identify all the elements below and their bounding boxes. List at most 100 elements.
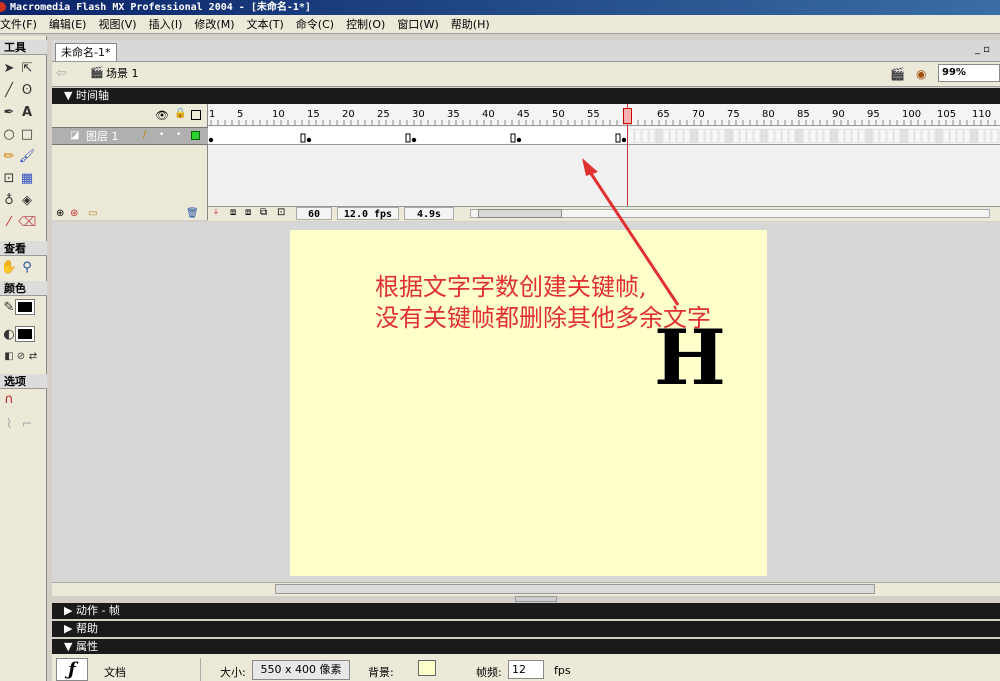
hand-tool-icon[interactable]: ✋ [0,259,18,277]
pencil-tool-icon[interactable]: ✏ [0,148,18,166]
brush-tool-icon[interactable]: 🖌 [18,148,36,166]
keyframe-dot[interactable] [306,137,312,143]
empty-frame-cell [732,128,740,144]
lock-icon[interactable]: 🔒 [174,108,186,119]
scene-bar [52,62,1000,87]
menu-commands[interactable]: 命令(C) [296,16,334,32]
minimize-restore-icon[interactable]: _ ▫ [975,44,995,56]
eye-icon[interactable]: 👁 [155,109,169,122]
empty-frame-cell [907,128,915,144]
properties-panel-header[interactable]: ▼ 属性 [52,639,1000,655]
layer-name[interactable]: 图层 1 [86,128,119,145]
center-frame-icon[interactable]: ⍭ [213,207,219,218]
zoom-tool-icon[interactable]: ⚲ [18,259,36,277]
subselect-tool-icon[interactable]: ⇱ [18,60,36,78]
back-arrow-icon[interactable]: ⇦ [56,66,72,82]
menu-control[interactable]: 控制(O) [346,16,385,32]
empty-frame-cell [886,128,894,144]
outline-icon[interactable] [191,110,201,120]
document-tab[interactable]: 未命名-1* [55,43,117,61]
menu-edit[interactable]: 编辑(E) [49,16,87,32]
edit-scene-icon[interactable]: 🎬 [890,66,906,82]
frame-rate-field: 12.0 fps [337,207,399,220]
frame-ruler[interactable]: 1510152025303540455055606570758085909510… [208,104,1000,126]
eraser-tool-icon[interactable]: ⌫ [18,214,36,232]
snap-magnet-icon[interactable]: ∩ [0,391,18,409]
eyedropper-tool-icon[interactable]: ⁄ [0,214,18,232]
layer-outline-color[interactable] [191,131,200,140]
menu-window[interactable]: 窗口(W) [397,16,438,32]
timeline-hscroll-thumb[interactable] [478,209,562,218]
keyframe-dot[interactable] [621,137,627,143]
menu-insert[interactable]: 插入(I) [149,16,183,32]
onion-skin-icon[interactable]: ⧈ [230,207,236,218]
empty-frame-cell [767,128,775,144]
flash-document-icon: ƒ [56,658,88,681]
layer-lock-dot[interactable]: • [176,130,181,140]
ink-bottle-tool-icon[interactable]: ♁ [0,192,18,210]
free-transform-tool-icon[interactable]: ⊡ [0,170,18,188]
layer-visible-dot[interactable]: • [159,130,164,140]
ruler-label: 15 [307,109,320,120]
menu-text[interactable]: 文本(T) [246,16,283,32]
edit-symbol-icon[interactable]: ◉ [916,66,932,82]
empty-frame-cell [935,128,943,144]
delete-layer-icon[interactable]: 🗑 [186,208,199,219]
ruler-label: 35 [447,109,460,120]
ruler-label: 45 [517,109,530,120]
elapsed-time-field: 4.9s [404,207,454,220]
menu-modify[interactable]: 修改(M) [194,16,234,32]
ruler-label: 65 [657,109,670,120]
stroke-color-swatch[interactable] [15,299,35,315]
scene-label[interactable]: 场景 1 [106,66,139,82]
ruler-label: 55 [587,109,600,120]
edit-multiple-icon[interactable]: ⧉ [260,207,267,218]
swap-colors-icon[interactable]: ⇄ [24,348,42,366]
keyframe-dot[interactable] [516,137,522,143]
lasso-tool-icon[interactable]: ʘ [18,82,36,100]
pen-tool-icon[interactable]: ✒ [0,104,18,122]
menu-help[interactable]: 帮助(H) [451,16,490,32]
empty-frame-cell [956,128,964,144]
empty-frame-cell [816,128,824,144]
smooth-icon[interactable]: ⌇ [0,416,18,434]
text-letter[interactable]: H [654,318,726,398]
onion-outline-icon[interactable]: ⧈ [245,207,251,218]
menu-file[interactable]: 文件(F) [0,16,37,32]
timeline-header[interactable]: ▼ 时间轴 [52,88,1000,104]
onion-markers-icon[interactable]: ⊡ [277,207,285,218]
empty-frame-cell [788,128,796,144]
fill-transform-tool-icon[interactable]: ▦ [18,170,36,188]
oval-tool-icon[interactable]: ○ [0,126,18,144]
add-folder-icon[interactable]: ▭ [88,208,97,219]
empty-frame-cell [809,128,817,144]
frames-row[interactable] [208,127,1000,145]
actions-title: 动作 - 帧 [75,604,120,617]
add-guide-icon[interactable]: ⊛ [70,208,78,219]
background-color-swatch[interactable] [418,660,436,676]
fill-color-swatch[interactable] [15,326,35,342]
actions-panel-header[interactable]: ▶ 动作 - 帧 [52,603,1000,619]
keyframe-dot[interactable] [411,137,417,143]
zoom-field[interactable]: 99% [938,64,1000,82]
arrow-tool-icon[interactable]: ➤ [0,60,18,78]
ruler-label: 1 [209,109,215,120]
menu-view[interactable]: 视图(V) [98,16,136,32]
line-tool-icon[interactable]: ╱ [0,82,18,100]
straighten-icon[interactable]: ⌐ [18,416,36,434]
help-panel-header[interactable]: ▶ 帮助 [52,621,1000,637]
text-tool-icon[interactable]: A [18,104,36,122]
help-title: 帮助 [75,622,98,635]
empty-frame-cell [970,128,978,144]
keyframe-dot[interactable] [208,137,214,143]
empty-frame-cell [984,128,992,144]
size-button[interactable]: 550 x 400 像素 [252,660,350,680]
rectangle-tool-icon[interactable]: □ [18,126,36,144]
frame-rate-input[interactable]: 12 [508,660,544,679]
empty-frame-cell [669,128,677,144]
paint-bucket-tool-icon[interactable]: ◈ [18,192,36,210]
add-layer-icon[interactable]: ⊕ [56,208,64,219]
empty-frame-cell [753,128,761,144]
panel-collapse-handle[interactable] [515,596,557,602]
stage-hscroll-thumb[interactable] [275,584,875,594]
